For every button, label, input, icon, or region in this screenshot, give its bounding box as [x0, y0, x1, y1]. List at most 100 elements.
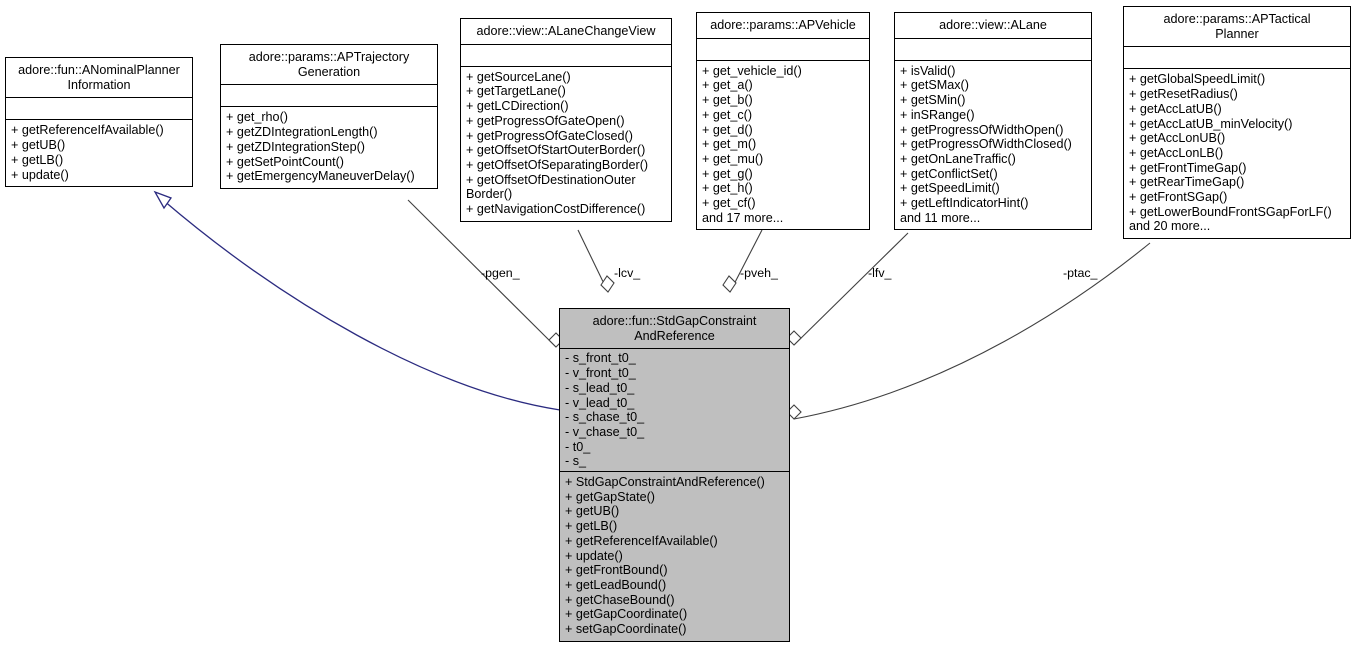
class-member: + get_cf() — [702, 196, 756, 211]
association-edge-lcv — [577, 229, 615, 293]
class-box-apvehicle[interactable]: adore::params::APVehicle + get_vehicle_i… — [696, 12, 870, 231]
class-member: - v_lead_t0_ — [565, 395, 635, 410]
class-member: + getFrontTimeGap() — [1129, 160, 1247, 175]
class-member: + getEmergencyManeuverDelay() — [226, 169, 415, 184]
class-member: + getLB() — [565, 519, 618, 534]
class-member: - s_ — [565, 454, 586, 469]
class-member: and 20 more... — [1129, 219, 1211, 234]
class-member: + getRearTimeGap() — [1129, 175, 1245, 190]
class-box-anominalplannerinformation[interactable]: adore::fun::ANominalPlanner Information … — [5, 57, 193, 188]
class-member: + getSourceLane() — [466, 69, 571, 84]
class-member: + getLB() — [11, 152, 64, 167]
class-member: + getGapState() — [565, 489, 655, 504]
class-member: + get_b() — [702, 93, 753, 108]
class-title-apvehicle: adore::params::APVehicle — [697, 13, 869, 39]
class-member: + getOffsetOfDestinationOuter Border() — [466, 172, 636, 202]
class-member: + get_m() — [702, 137, 757, 152]
class-member: + get_a() — [702, 78, 753, 93]
class-member: + getResetRadius() — [1129, 87, 1238, 102]
association-edge-pveh — [722, 229, 763, 293]
class-member: + get_vehicle_id() — [702, 63, 802, 78]
class-member: + update() — [565, 548, 623, 563]
class-member: + get_d() — [702, 122, 753, 137]
class-operations-anominalplannerinformation: + getReferenceIfAvailable() + getUB() + ge… — [6, 120, 192, 186]
class-attributes-apvehicle — [697, 39, 869, 61]
class-member: + getReferenceIfAvailable() — [565, 533, 718, 548]
class-member: + getOnLaneTraffic() — [900, 151, 1016, 166]
class-box-aptacticalplanner[interactable]: adore::params::APTactical Planner + getG… — [1123, 6, 1351, 240]
class-member: + get_mu() — [702, 151, 764, 166]
class-attributes-aptacticalplanner — [1124, 47, 1350, 70]
class-member: + getSMax() — [900, 78, 969, 93]
class-attributes-anominalplannerinformation — [6, 98, 192, 121]
class-member: + getAccLonUB() — [1129, 131, 1226, 146]
class-member: + getOffsetOfSeparatingBorder() — [466, 157, 649, 172]
class-title-aptrajectorygeneration: adore::params::APTrajectory Generation — [221, 45, 437, 86]
class-member: - s_chase_t0_ — [565, 410, 645, 425]
class-operations-alane: + isValid() + getSMax() + getSMin() + inSRa… — [895, 61, 1091, 230]
class-member: and 11 more... — [900, 210, 981, 225]
class-member: + getAccLatUB_minVelocity() — [1129, 116, 1293, 131]
class-member: + getUB() — [565, 504, 620, 519]
class-member: + getChaseBound() — [565, 592, 675, 607]
class-member: + getUB() — [11, 138, 66, 153]
association-edge-lfv — [786, 232, 909, 346]
edge-label-lcv: -lcv_ — [614, 266, 641, 280]
class-title-aptacticalplanner: adore::params::APTactical Planner — [1124, 7, 1350, 48]
class-member: + getFrontBound() — [565, 563, 668, 578]
class-title-stdgapconstraintandreference: adore::fun::StdGapConstraint AndReferenc… — [560, 309, 789, 350]
class-attributes-alanechangeview — [461, 45, 671, 67]
class-operations-apvehicle: + get_vehicle_id() + get_a() + get_b() + ge… — [697, 61, 869, 230]
class-member: + get_rho() — [226, 110, 288, 125]
class-member: + getOffsetOfStartOuterBorder() — [466, 143, 646, 158]
class-attributes-alane — [895, 39, 1091, 61]
class-member: + getConflictSet() — [900, 166, 998, 181]
edge-label-pgen: -pgen_ — [481, 266, 520, 280]
class-member: + getAccLatUB() — [1129, 101, 1222, 116]
class-member: + getProgressOfWidthOpen() — [900, 122, 1064, 137]
class-member: + get_c() — [702, 107, 753, 122]
class-member: + getTargetLane() — [466, 84, 566, 99]
class-title-alane: adore::view::ALane — [895, 13, 1091, 39]
class-box-alanechangeview[interactable]: adore::view::ALaneChangeView + getSource… — [460, 18, 672, 222]
class-member: + getProgressOfWidthClosed() — [900, 137, 1072, 152]
class-title-alanechangeview: adore::view::ALaneChangeView — [461, 19, 671, 45]
inheritance-edge-anominalplannerinformation — [153, 190, 561, 411]
class-member: + StdGapConstraintAndReference() — [565, 475, 765, 490]
uml-class-diagram: -pgen_ -lcv_ -pveh_ -lfv_ -ptac_ adore::… — [0, 0, 1356, 653]
class-member: and 17 more... — [702, 210, 784, 225]
class-member: + getLowerBoundFrontSGapForLF() — [1129, 204, 1332, 219]
class-member: + getGapCoordinate() — [565, 607, 688, 622]
class-member: + getLCDirection() — [466, 99, 569, 114]
class-member: + getAccLonLB() — [1129, 145, 1224, 160]
class-member: + isValid() — [900, 63, 956, 78]
class-member: + getLeftIndicatorHint() — [900, 196, 1029, 211]
edge-label-ptac: -ptac_ — [1063, 266, 1098, 280]
class-member: + getReferenceIfAvailable() — [11, 123, 164, 138]
class-member: + setGapCoordinate() — [565, 622, 687, 637]
class-attributes-aptrajectorygeneration — [221, 85, 437, 108]
class-member: - s_front_t0_ — [565, 351, 636, 366]
class-box-stdgapconstraintandreference[interactable]: adore::fun::StdGapConstraint AndReferenc… — [559, 308, 790, 642]
class-member: + getSMin() — [900, 93, 966, 108]
class-box-aptrajectorygeneration[interactable]: adore::params::APTrajectory Generation +… — [220, 44, 438, 189]
class-attributes-stdgapconstraintandreference: - s_front_t0_ - v_front_t0_ - s_lead_t0_ - … — [560, 349, 789, 473]
class-box-alane[interactable]: adore::view::ALane + isValid() + getSMax(… — [894, 12, 1092, 231]
class-member: + getNavigationCostDifference() — [466, 202, 646, 217]
class-title-anominalplannerinformation: adore::fun::ANominalPlanner Information — [6, 58, 192, 99]
class-member: + get_h() — [702, 181, 753, 196]
class-member: - v_front_t0_ — [565, 366, 636, 381]
edge-label-pveh: -pveh_ — [740, 266, 778, 280]
class-member: - s_lead_t0_ — [565, 380, 635, 395]
class-member: - v_chase_t0_ — [565, 424, 645, 439]
class-member: + inSRange() — [900, 107, 975, 122]
class-member: + get_g() — [702, 166, 753, 181]
class-member: + getZDIntegrationStep() — [226, 139, 365, 154]
class-member: + getFrontSGap() — [1129, 190, 1228, 205]
class-member: + getProgressOfGateClosed() — [466, 128, 633, 143]
class-member: + getSetPointCount() — [226, 154, 344, 169]
class-member: + getProgressOfGateOpen() — [466, 113, 625, 128]
edge-label-lfv: -lfv_ — [868, 266, 892, 280]
class-operations-aptrajectorygeneration: + get_rho() + getZDIntegrationLength() + g… — [221, 107, 437, 188]
class-operations-stdgapconstraintandreference: + StdGapConstraintAndReference() + getGap… — [560, 472, 789, 641]
